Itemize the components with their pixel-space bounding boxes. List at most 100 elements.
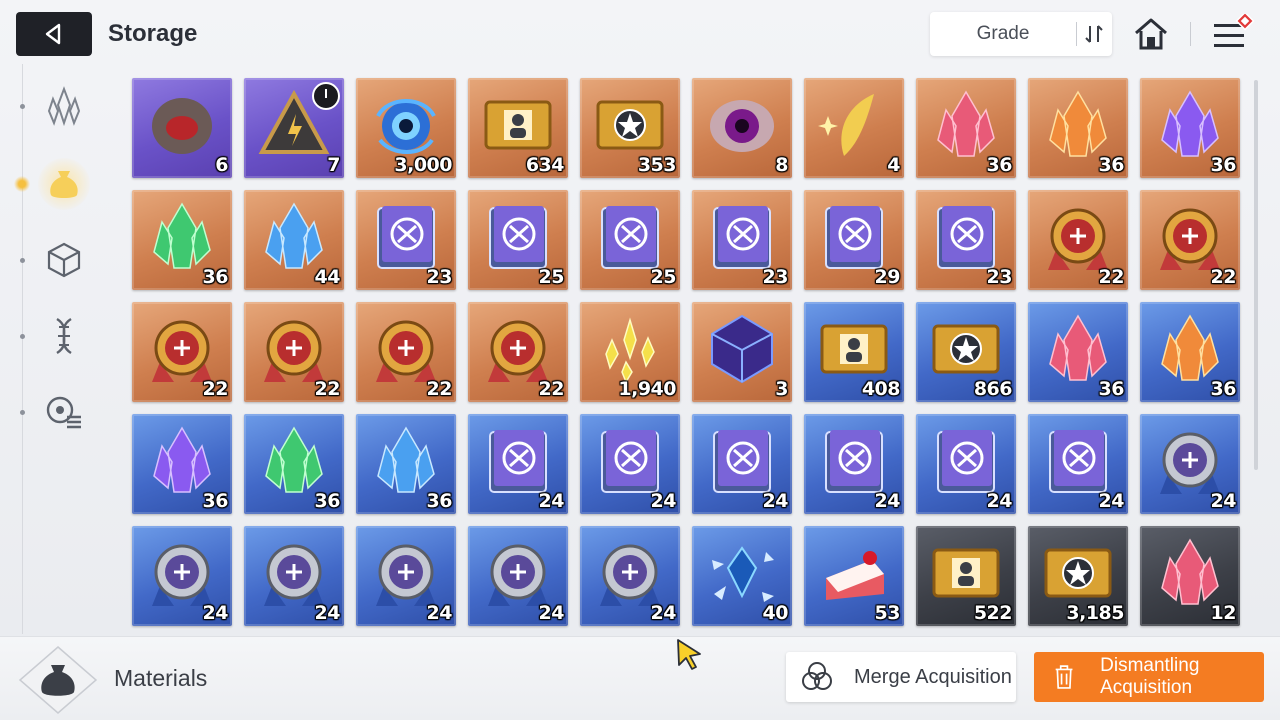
storage-item-slot[interactable]: 24 <box>356 526 456 626</box>
menu-icon[interactable] <box>1210 11 1260 54</box>
item-quantity: 25 <box>538 266 565 288</box>
storage-item-slot[interactable]: 23 <box>916 190 1016 290</box>
item-quantity: 634 <box>525 154 565 176</box>
storage-item-slot[interactable]: 24 <box>580 414 680 514</box>
storage-item-slot[interactable]: 522 <box>916 526 1016 626</box>
storage-item-slot[interactable]: 25 <box>580 190 680 290</box>
book-icon <box>1049 430 1107 493</box>
notification-badge-icon <box>1235 11 1255 31</box>
storage-item-slot[interactable]: 634 <box>468 78 568 178</box>
storage-item-slot[interactable]: 36 <box>916 78 1016 178</box>
storage-item-slot[interactable]: 1,940 <box>580 302 680 402</box>
nav-tab-items[interactable] <box>38 234 90 286</box>
storage-item-slot[interactable]: 22 <box>1028 190 1128 290</box>
nav-tab-crystals[interactable] <box>38 80 90 132</box>
merge-acquisition-button[interactable]: Merge Acquisition <box>786 652 1016 702</box>
storage-item-slot[interactable]: 22 <box>468 302 568 402</box>
item-quantity: 22 <box>1098 266 1125 288</box>
item-quantity: 36 <box>314 490 341 512</box>
storage-item-slot[interactable]: 40 <box>692 526 792 626</box>
timer-badge-icon <box>312 82 340 110</box>
storage-item-slot[interactable]: 22 <box>356 302 456 402</box>
home-icon[interactable] <box>1132 16 1170 52</box>
crystal-shatter-icon <box>712 546 774 602</box>
storage-item-slot[interactable]: 36 <box>1140 302 1240 402</box>
item-quantity: 22 <box>314 378 341 400</box>
medal-icon <box>264 320 324 382</box>
book-icon <box>713 430 771 493</box>
storage-item-slot[interactable]: 23 <box>692 190 792 290</box>
material-pouch-icon <box>50 171 78 198</box>
ticket-star-icon <box>596 100 664 150</box>
storage-item-slot[interactable]: 36 <box>1028 302 1128 402</box>
book-icon <box>377 206 435 269</box>
dna-icon <box>56 317 72 355</box>
crystal-green-icon <box>265 426 323 493</box>
dismantling-acquisition-button[interactable]: Dismantling Acquisition <box>1034 652 1264 702</box>
storage-item-slot[interactable]: 25 <box>468 190 568 290</box>
ticket-char-icon <box>820 324 888 374</box>
nav-tab-materials[interactable] <box>38 158 90 210</box>
book-icon <box>937 206 995 269</box>
storage-item-slot[interactable]: 36 <box>244 414 344 514</box>
storage-item-slot[interactable]: 3,000 <box>356 78 456 178</box>
storage-item-slot[interactable]: 44 <box>244 190 344 290</box>
grid-scrollbar[interactable] <box>1254 80 1258 470</box>
storage-item-slot[interactable]: 29 <box>804 190 904 290</box>
storage-item-slot[interactable]: 866 <box>916 302 1016 402</box>
storage-item-slot[interactable]: 23 <box>356 190 456 290</box>
item-quantity: 53 <box>874 602 901 624</box>
storage-item-slot[interactable]: 24 <box>692 414 792 514</box>
item-quantity: 866 <box>973 378 1013 400</box>
storage-item-slot[interactable]: 24 <box>580 526 680 626</box>
crystal-blue-icon <box>377 426 435 493</box>
storage-item-slot[interactable]: 36 <box>1028 78 1128 178</box>
storage-item-slot[interactable]: 36 <box>1140 78 1240 178</box>
ticket-star-icon <box>1044 548 1112 598</box>
book-icon <box>489 206 547 269</box>
storage-item-slot[interactable]: 24 <box>1028 414 1128 514</box>
storage-item-slot[interactable]: 22 <box>1140 190 1240 290</box>
item-quantity: 23 <box>986 266 1013 288</box>
storage-item-slot[interactable]: 22 <box>244 302 344 402</box>
item-quantity: 36 <box>1210 154 1237 176</box>
storage-item-slot[interactable]: 4 <box>804 78 904 178</box>
storage-item-slot[interactable]: 36 <box>132 190 232 290</box>
storage-item-slot[interactable]: 3 <box>692 302 792 402</box>
storage-item-slot[interactable]: 3,185 <box>1028 526 1128 626</box>
page-title: Storage <box>108 20 198 47</box>
storage-item-slot[interactable]: 24 <box>468 526 568 626</box>
storage-item-slot[interactable]: 353 <box>580 78 680 178</box>
book-icon <box>601 430 659 493</box>
storage-item-slot[interactable]: 6 <box>132 78 232 178</box>
storage-item-slot[interactable]: 24 <box>132 526 232 626</box>
storage-item-slot[interactable]: 24 <box>468 414 568 514</box>
sort-order-icon[interactable] <box>1077 23 1111 45</box>
storage-item-grid: 6 7 3,000 634 353 8 4 36 36 36 36 44 23 25 25 23 29 23 22 2… <box>132 78 1242 626</box>
storage-item-slot[interactable]: 24 <box>1140 414 1240 514</box>
storage-item-slot[interactable]: 53 <box>804 526 904 626</box>
storage-item-slot[interactable]: 36 <box>356 414 456 514</box>
storage-item-slot[interactable]: 24 <box>916 414 1016 514</box>
medal-silver-icon <box>1160 432 1220 494</box>
back-button[interactable] <box>16 12 92 56</box>
nav-dot <box>20 104 25 109</box>
storage-item-slot[interactable]: 7 <box>244 78 344 178</box>
nav-tab-equipment[interactable] <box>38 386 90 438</box>
nav-tab-genes[interactable] <box>38 310 90 362</box>
storage-item-slot[interactable]: 8 <box>692 78 792 178</box>
side-nav-track <box>22 64 23 634</box>
storage-item-slot[interactable]: 24 <box>244 526 344 626</box>
storage-item-slot[interactable]: 12 <box>1140 526 1240 626</box>
storage-item-slot[interactable]: 24 <box>804 414 904 514</box>
storage-item-slot[interactable]: 36 <box>132 414 232 514</box>
item-quantity: 22 <box>426 378 453 400</box>
grade-sort-button[interactable]: Grade <box>930 12 1112 56</box>
storage-item-slot[interactable]: 408 <box>804 302 904 402</box>
item-quantity: 36 <box>986 154 1013 176</box>
book-icon <box>937 430 995 493</box>
dismantle-label: Dismantling Acquisition <box>1100 655 1200 698</box>
crystal-green-icon <box>153 202 211 269</box>
storage-item-slot[interactable]: 22 <box>132 302 232 402</box>
item-quantity: 36 <box>1210 378 1237 400</box>
